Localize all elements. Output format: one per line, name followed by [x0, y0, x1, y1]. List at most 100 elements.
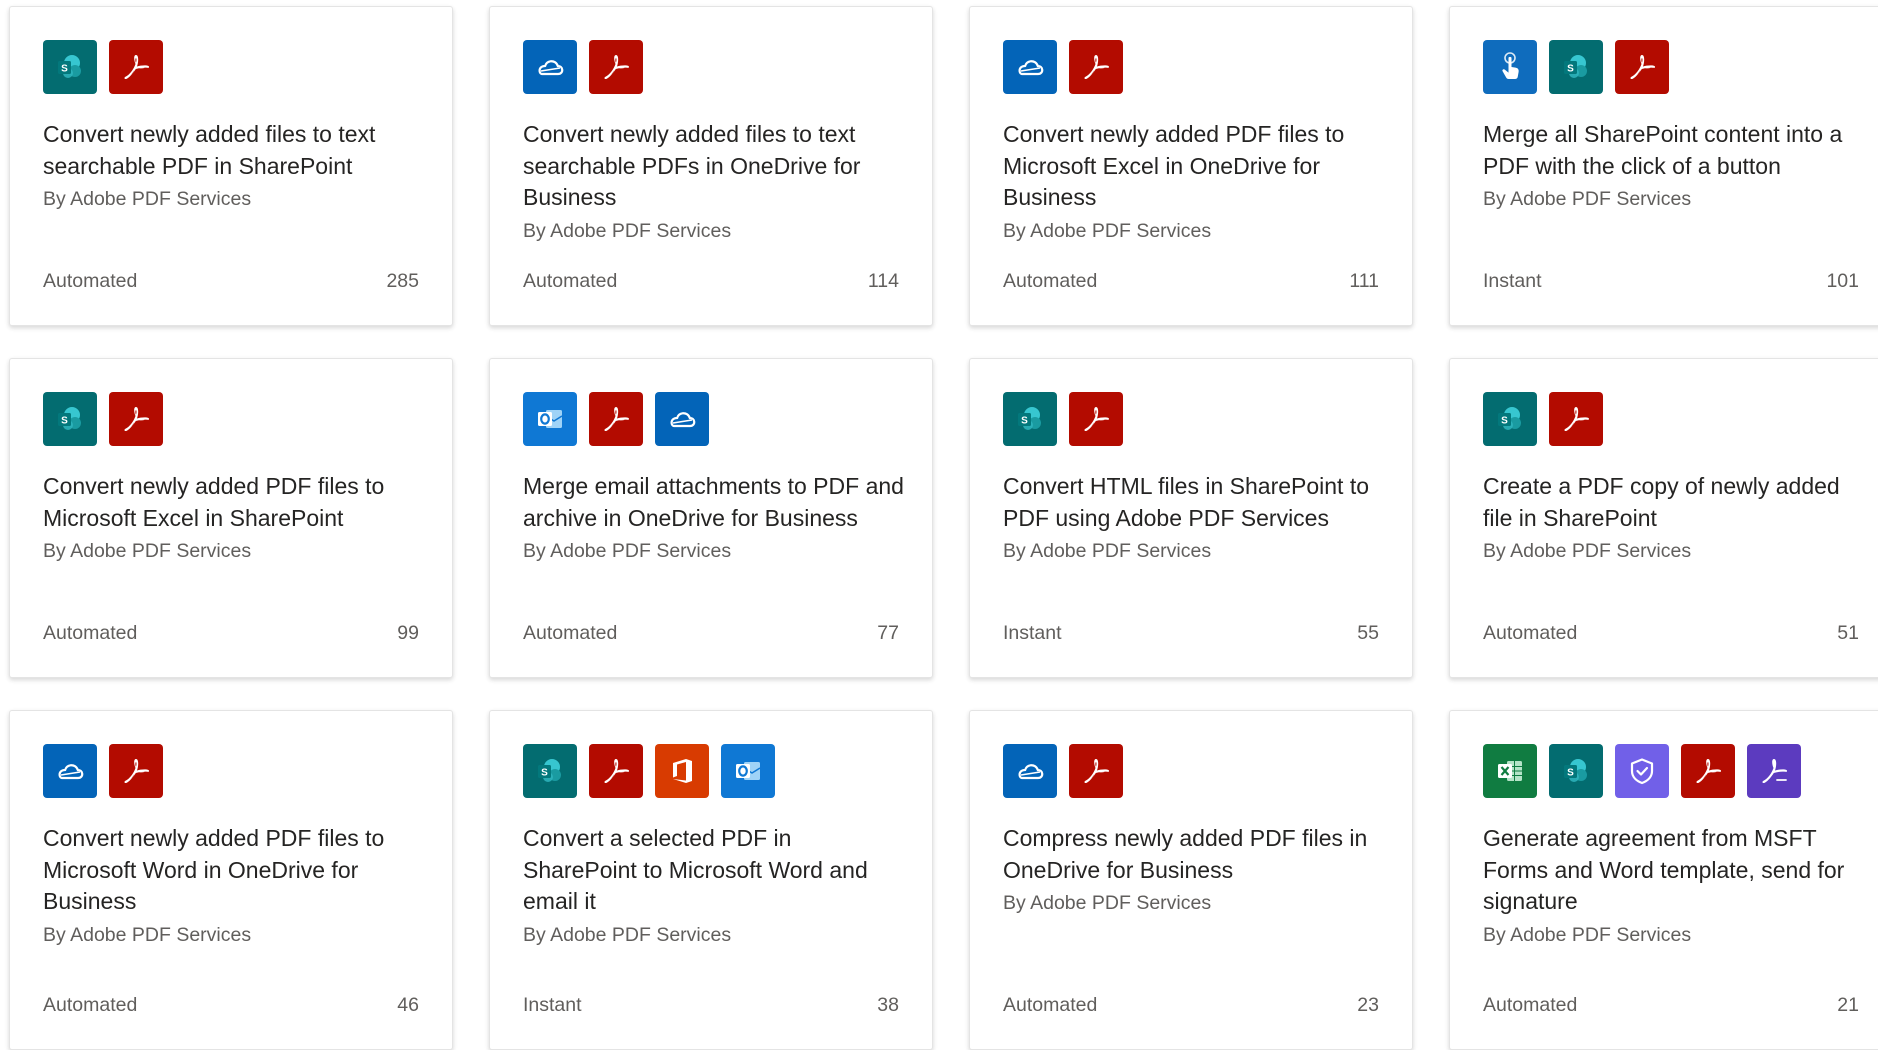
acrobat-icon [109, 392, 163, 446]
sharepoint-icon: S [1003, 392, 1057, 446]
sharepoint-icon: S [523, 744, 577, 798]
acrobat-icon [109, 744, 163, 798]
connector-icons: S [1483, 40, 1669, 94]
connector-icons: S [43, 392, 163, 446]
usage-count: 111 [1349, 270, 1379, 292]
sharepoint-icon: S [1483, 392, 1537, 446]
connector-icons: S [43, 40, 163, 94]
template-card[interactable]: S Convert newly added PDF files to Micros… [9, 358, 453, 678]
template-card[interactable]: Compress newly added PDF files in OneDri… [969, 710, 1413, 1050]
card-author: By Adobe PDF Services [1003, 892, 1212, 914]
usage-count: 285 [386, 270, 419, 292]
connector-icons: S [1483, 392, 1603, 446]
button-icon [1483, 40, 1537, 94]
onedrive-icon [523, 40, 577, 94]
usage-count: 114 [867, 270, 899, 292]
card-author: By Adobe PDF Services [1003, 540, 1212, 562]
connector-icons: S [1003, 392, 1123, 446]
template-card[interactable]: Convert newly added PDF files to Microso… [969, 6, 1413, 326]
usage-count: 99 [397, 622, 419, 644]
flow-type-label: Instant [1483, 270, 1542, 292]
flow-type-label: Automated [1483, 994, 1578, 1016]
acrobat-icon [1069, 744, 1123, 798]
office-icon [655, 744, 709, 798]
card-title: Convert HTML files in SharePoint to PDF … [1003, 473, 1370, 531]
flow-type-label: Automated [523, 270, 618, 292]
usage-count: 77 [877, 622, 899, 644]
onedrive-icon [1003, 40, 1057, 94]
sharepoint-icon: S [1549, 40, 1603, 94]
onedrive-icon [1003, 744, 1057, 798]
card-author: By Adobe PDF Services [1483, 540, 1692, 562]
template-card[interactable]: Convert newly added files to text search… [489, 6, 933, 326]
forms-icon [1615, 744, 1669, 798]
card-author: By Adobe PDF Services [523, 220, 732, 242]
card-author: By Adobe PDF Services [43, 924, 252, 946]
card-title: Merge all SharePoint content into a PDF … [1483, 121, 1843, 179]
template-card[interactable]: Convert newly added PDF files to Microso… [9, 710, 453, 1050]
template-card[interactable]: S Create a PDF copy of newly added file i… [1449, 358, 1878, 678]
acrobat-sign-icon [1747, 744, 1801, 798]
card-author: By Adobe PDF Services [43, 540, 252, 562]
flow-type-label: Instant [1003, 622, 1062, 644]
acrobat-icon [1615, 40, 1669, 94]
card-author: By Adobe PDF Services [523, 540, 732, 562]
usage-count: 51 [1837, 622, 1859, 644]
flow-type-label: Automated [43, 994, 138, 1016]
acrobat-icon [1549, 392, 1603, 446]
template-card[interactable]: S Convert newly added files to text searc… [9, 6, 453, 326]
card-title: Merge email attachments to PDF and archi… [523, 473, 904, 531]
card-title: Convert newly added PDF files to Microso… [1003, 121, 1345, 210]
template-card[interactable]: S Merge all SharePoint content into a PDF… [1449, 6, 1878, 326]
acrobat-icon [589, 40, 643, 94]
acrobat-icon [1069, 392, 1123, 446]
card-title: Convert newly added files to text search… [523, 121, 861, 210]
flow-type-label: Instant [523, 994, 582, 1016]
sharepoint-icon: S [1549, 744, 1603, 798]
flow-type-label: Automated [43, 622, 138, 644]
card-title: Convert a selected PDF in SharePoint to … [523, 825, 868, 914]
template-card[interactable]: S Generate agreement from MSFT Forms and … [1449, 710, 1878, 1050]
onedrive-icon [655, 392, 709, 446]
acrobat-icon [1681, 744, 1735, 798]
card-title: Convert newly added files to text search… [43, 121, 376, 179]
svg-text:S: S [1567, 768, 1574, 779]
acrobat-icon [1069, 40, 1123, 94]
flow-type-label: Automated [1003, 270, 1098, 292]
excel-icon [1483, 744, 1537, 798]
acrobat-icon [109, 40, 163, 94]
template-card[interactable]: S Convert HTML files in SharePoint to PDF… [969, 358, 1413, 678]
svg-text:S: S [61, 64, 68, 75]
card-author: By Adobe PDF Services [43, 188, 252, 210]
connector-icons [523, 40, 643, 94]
svg-text:S: S [1567, 64, 1574, 75]
connector-icons [1003, 744, 1123, 798]
flow-type-label: Automated [1483, 622, 1578, 644]
acrobat-icon [589, 392, 643, 446]
flow-type-label: Automated [523, 622, 618, 644]
svg-text:S: S [1021, 416, 1028, 427]
usage-count: 38 [877, 994, 899, 1016]
outlook-icon [523, 392, 577, 446]
svg-text:S: S [541, 768, 548, 779]
card-title: Create a PDF copy of newly added file in… [1483, 473, 1840, 531]
connector-icons [523, 392, 709, 446]
sharepoint-icon: S [43, 40, 97, 94]
sharepoint-icon: S [43, 392, 97, 446]
connector-icons [43, 744, 163, 798]
template-card[interactable]: Merge email attachments to PDF and archi… [489, 358, 933, 678]
usage-count: 46 [397, 994, 419, 1016]
outlook-icon [721, 744, 775, 798]
usage-count: 55 [1357, 622, 1379, 644]
card-author: By Adobe PDF Services [523, 924, 732, 946]
onedrive-icon [43, 744, 97, 798]
svg-text:S: S [61, 416, 68, 427]
flow-type-label: Automated [1003, 994, 1098, 1016]
template-card[interactable]: S Convert a selected PDF in SharePoint to… [489, 710, 933, 1050]
card-author: By Adobe PDF Services [1483, 924, 1692, 946]
template-grid: S Convert newly added files to text searc… [0, 0, 1878, 1050]
card-title: Compress newly added PDF files in OneDri… [1003, 825, 1368, 883]
acrobat-icon [589, 744, 643, 798]
card-title: Convert newly added PDF files to Microso… [43, 473, 385, 531]
card-author: By Adobe PDF Services [1483, 188, 1692, 210]
